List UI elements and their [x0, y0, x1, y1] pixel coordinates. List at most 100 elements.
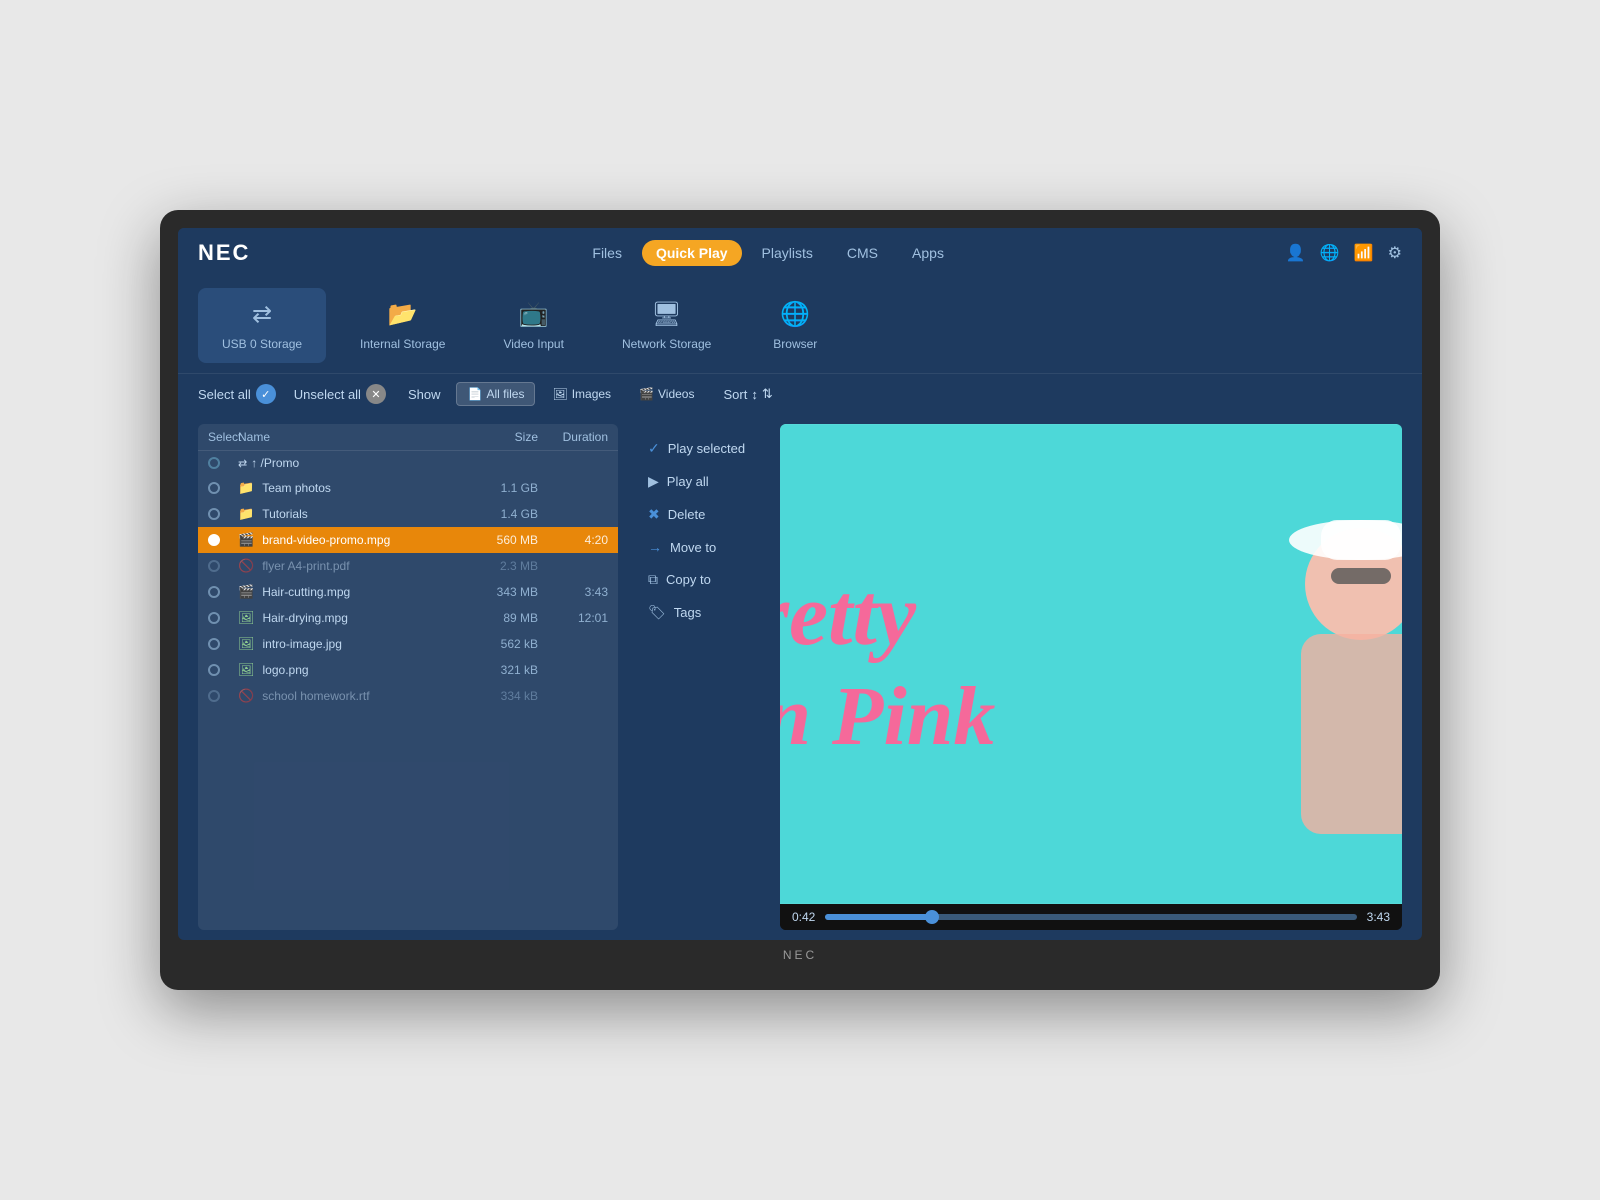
progress-thumb[interactable]	[925, 910, 939, 924]
col-select: Select	[208, 430, 238, 444]
row-radio	[208, 482, 220, 494]
row-radio	[208, 612, 220, 624]
browser-icon: 🌐	[780, 300, 810, 329]
file-size: 89 MB	[458, 611, 538, 625]
breadcrumb-path: ↑ /Promo	[251, 456, 299, 470]
file-duration: 4:20	[538, 533, 608, 547]
file-size: 321 kB	[458, 663, 538, 677]
video-input-icon: 📺	[519, 300, 549, 329]
filename-cell: 🎬 Hair-cutting.mpg	[238, 584, 458, 600]
blocked-icon: 🚫	[238, 558, 254, 574]
unselect-all-label: Unselect all	[294, 387, 361, 402]
all-files-label: All files	[486, 387, 524, 401]
file-size: 562 kB	[458, 637, 538, 651]
filename-cell: 🖼 logo.png	[238, 662, 458, 678]
row-radio	[208, 586, 220, 598]
current-time: 0:42	[792, 910, 815, 924]
list-item[interactable]: 📁 Tutorials 1.4 GB	[198, 501, 618, 527]
top-nav: NEC Files Quick Play Playlists CMS Apps …	[178, 228, 1422, 278]
storage-network[interactable]: 🖥 Network Storage	[598, 288, 735, 363]
progress-bar[interactable]	[825, 914, 1356, 920]
settings-icon[interactable]: ⚙	[1388, 243, 1402, 263]
nav-apps[interactable]: Apps	[898, 240, 958, 266]
video-icon: 🎬	[238, 584, 254, 600]
video-icon: 🎬	[238, 532, 254, 548]
nav-files[interactable]: Files	[578, 240, 636, 266]
breadcrumb-radio	[208, 457, 220, 469]
file-size: 343 MB	[458, 585, 538, 599]
progress-fill	[825, 914, 931, 920]
storage-internal[interactable]: 📂 Internal Storage	[336, 288, 469, 363]
file-duration: 3:43	[538, 585, 608, 599]
context-menu: ✓ Play selected ▶ Play all ✖ Delete → Mo…	[634, 424, 764, 930]
copy-to-btn[interactable]: ⧉ Copy to	[634, 565, 764, 594]
file-name-text: Hair-drying.mpg	[263, 611, 348, 625]
unselect-all-btn[interactable]: Unselect all ✕	[294, 384, 386, 404]
delete-btn[interactable]: ✖ Delete	[634, 500, 764, 529]
list-item[interactable]: 🖼 logo.png 321 kB	[198, 657, 618, 683]
filter-buttons: 📄 All files 🖼 Images 🎬 Videos	[456, 382, 705, 406]
list-item[interactable]: 🖼 intro-image.jpg 562 kB	[198, 631, 618, 657]
images-icon: 🖼	[552, 387, 567, 401]
list-item[interactable]: 🖼 Hair-drying.mpg 89 MB 12:01	[198, 605, 618, 631]
nav-cms[interactable]: CMS	[833, 240, 892, 266]
filter-videos[interactable]: 🎬 Videos	[628, 382, 705, 406]
svg-text:in Pink: in Pink	[780, 670, 995, 763]
images-label: Images	[572, 387, 611, 401]
tags-btn[interactable]: 🏷 Tags	[634, 598, 764, 627]
network-storage-icon: 🖥	[651, 300, 681, 329]
file-list-header: Select Name Size Duration	[198, 424, 618, 451]
internal-storage-label: Internal Storage	[360, 337, 445, 351]
storage-usb[interactable]: ⇄ USB 0 Storage	[198, 288, 326, 363]
delete-icon: ✖	[648, 506, 660, 523]
breadcrumb-cell: ⇄ ↑ /Promo	[238, 456, 458, 470]
image-icon: 🖼	[238, 662, 255, 678]
select-all-btn[interactable]: Select all ✓	[198, 384, 276, 404]
globe-icon[interactable]: 🌐	[1320, 243, 1340, 263]
select-all-check-icon: ✓	[256, 384, 276, 404]
list-item[interactable]: 📁 Team photos 1.1 GB	[198, 475, 618, 501]
list-item[interactable]: 🚫 school homework.rtf 334 kB	[198, 683, 618, 709]
breadcrumb-row[interactable]: ⇄ ↑ /Promo	[198, 451, 618, 475]
col-name: Name	[238, 430, 458, 444]
sort-asc-icon[interactable]: ↕	[751, 387, 758, 402]
file-list-body: ⇄ ↑ /Promo 📁 Team photos 1.1 GB	[198, 451, 618, 930]
row-radio	[208, 560, 220, 572]
file-name-text: Team photos	[262, 481, 331, 495]
storage-video-input[interactable]: 📺 Video Input	[479, 288, 588, 363]
move-to-btn[interactable]: → Move to	[634, 533, 764, 561]
sort-desc-icon[interactable]: ⇅	[762, 386, 773, 402]
filename-cell: 🖼 Hair-drying.mpg	[238, 610, 458, 626]
wifi-icon[interactable]: 📶	[1354, 243, 1374, 263]
nav-icon-group: 👤 🌐 📶 ⚙	[1286, 243, 1402, 263]
folder-icon: 📁	[238, 480, 254, 496]
row-radio	[208, 508, 220, 520]
file-duration: 12:01	[538, 611, 608, 625]
tags-label: Tags	[674, 605, 701, 620]
filter-images[interactable]: 🖼 Images	[541, 382, 622, 406]
svg-text:Pretty: Pretty	[780, 567, 917, 664]
all-files-icon: 📄	[467, 387, 482, 401]
list-item[interactable]: 🎬 brand-video-promo.mpg 560 MB 4:20	[198, 527, 618, 553]
play-selected-icon: ✓	[648, 440, 660, 457]
nav-playlists[interactable]: Playlists	[748, 240, 827, 266]
move-icon: →	[648, 539, 662, 555]
list-item[interactable]: 🚫 flyer A4-print.pdf 2.3 MB	[198, 553, 618, 579]
videos-label: Videos	[658, 387, 694, 401]
storage-browser[interactable]: 🌐 Browser	[745, 288, 845, 363]
filename-cell: 🚫 school homework.rtf	[238, 688, 458, 704]
file-name-text: brand-video-promo.mpg	[262, 533, 390, 547]
main-content: Select Name Size Duration ⇄ ↑ /Promo	[178, 414, 1422, 940]
play-selected-btn[interactable]: ✓ Play selected	[634, 434, 764, 463]
play-all-btn[interactable]: ▶ Play all	[634, 467, 764, 496]
row-radio	[208, 690, 220, 702]
tv-display: NEC Files Quick Play Playlists CMS Apps …	[160, 210, 1440, 990]
videos-icon: 🎬	[639, 387, 654, 401]
profile-icon[interactable]: 👤	[1286, 243, 1306, 263]
list-item[interactable]: 🎬 Hair-cutting.mpg 343 MB 3:43	[198, 579, 618, 605]
nav-quick-play[interactable]: Quick Play	[642, 240, 742, 266]
play-all-label: Play all	[667, 474, 709, 489]
filter-all-files[interactable]: 📄 All files	[456, 382, 535, 406]
file-name-text: intro-image.jpg	[263, 637, 342, 651]
storage-bar: ⇄ USB 0 Storage 📂 Internal Storage 📺 Vid…	[178, 278, 1422, 374]
